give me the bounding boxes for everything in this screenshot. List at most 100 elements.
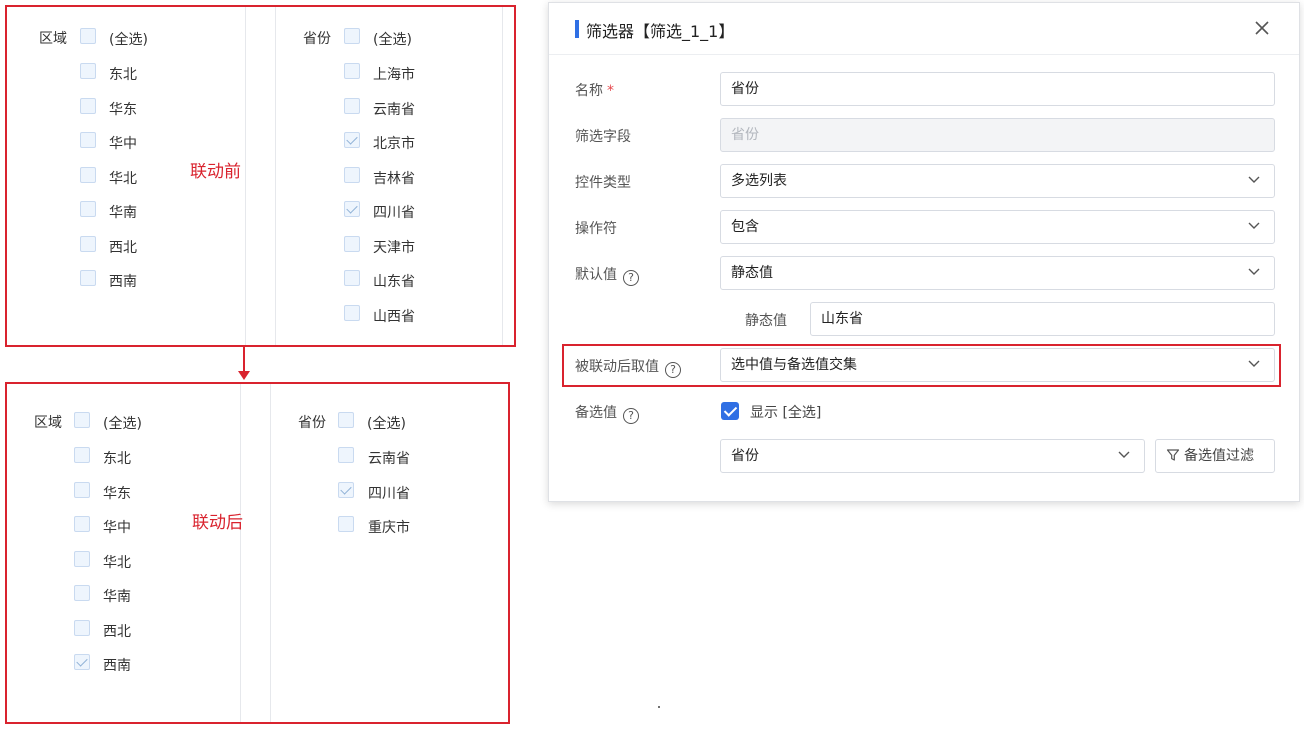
region-select-all-checkbox[interactable] — [80, 28, 96, 44]
option-checkbox[interactable] — [74, 516, 90, 532]
linkage-arrow — [243, 347, 245, 373]
filter-field-label: 筛选字段 — [575, 129, 631, 145]
operator-value: 包含 — [731, 219, 759, 235]
region-select-all-checkbox[interactable] — [74, 412, 90, 428]
province-select-all-checkbox[interactable] — [344, 28, 360, 44]
close-icon[interactable] — [1251, 17, 1273, 39]
candidate-source-select[interactable]: 省份 — [720, 439, 1145, 473]
option-checkbox[interactable] — [80, 63, 96, 79]
option-checkbox[interactable] — [344, 63, 360, 79]
static-value-input[interactable]: 山东省 — [810, 302, 1275, 336]
option-checkbox[interactable] — [344, 132, 360, 148]
after-linkage-panel: 区域 (全选) 东北 华东 华中 华北 华南 西北 西南 联动后 省份 (全选) 云南省 四川… — [5, 382, 510, 724]
divider — [240, 384, 241, 722]
name-input[interactable]: 省份 — [720, 72, 1275, 106]
option-checkbox[interactable] — [338, 447, 354, 463]
operator-label: 操作符 — [575, 221, 617, 237]
province-select-all-label: (全选) — [373, 32, 412, 48]
option-checkbox[interactable] — [80, 201, 96, 217]
option-label: 四川省 — [373, 205, 415, 221]
divider — [502, 7, 503, 345]
candidate-filter-button[interactable]: 备选值过滤 — [1155, 439, 1275, 473]
option-checkbox[interactable] — [344, 166, 360, 183]
option-label: 西北 — [103, 623, 131, 640]
option-label: 华北 — [103, 554, 131, 571]
option-label: 东北 — [103, 451, 131, 467]
province-filter-label: 省份 — [298, 415, 326, 431]
control-type-select[interactable]: 多选列表 — [720, 164, 1275, 198]
option-label: 云南省 — [368, 451, 410, 467]
option-checkbox[interactable] — [344, 304, 360, 321]
option-checkbox[interactable] — [80, 166, 96, 183]
operator-select[interactable]: 包含 — [720, 210, 1275, 244]
control-type-label: 控件类型 — [575, 175, 631, 191]
title-accent-bar — [575, 20, 579, 38]
chevron-down-icon — [1248, 222, 1260, 229]
province-filter-label: 省份 — [303, 31, 331, 47]
static-value-label: 静态值 — [745, 313, 787, 329]
option-label: 上海市 — [373, 67, 415, 83]
option-label: 华东 — [109, 101, 137, 118]
before-linkage-panel: 区域 (全选) 东北 华东 华中 华北 华南 西北 西南 联动前 省份 (全选) 上海市 云南… — [5, 5, 516, 347]
funnel-icon — [1166, 449, 1180, 461]
default-value-select[interactable]: 静态值 — [720, 256, 1275, 290]
divider — [245, 7, 246, 345]
show-select-all-checkbox[interactable] — [721, 402, 739, 420]
dialog-title: 筛选器【筛选_1_1】 — [586, 22, 735, 41]
option-checkbox[interactable] — [74, 585, 90, 601]
option-checkbox[interactable] — [74, 481, 90, 498]
option-checkbox[interactable] — [344, 201, 360, 217]
help-icon[interactable]: ? — [623, 270, 639, 286]
option-label: 华中 — [103, 520, 131, 536]
option-label: 华北 — [109, 170, 137, 187]
linked-value-highlight — [562, 344, 1281, 387]
option-label: 山东省 — [373, 274, 415, 290]
region-filter-label: 区域 — [34, 415, 62, 431]
option-checkbox[interactable] — [74, 619, 90, 636]
region-select-all-label: (全选) — [103, 416, 142, 432]
option-checkbox[interactable] — [344, 97, 360, 114]
option-checkbox[interactable] — [74, 550, 90, 567]
candidate-source-value: 省份 — [731, 448, 759, 464]
stray-dot — [658, 706, 660, 708]
option-label: 四川省 — [368, 485, 410, 502]
option-label: 天津市 — [373, 239, 415, 256]
option-checkbox[interactable] — [344, 235, 360, 252]
option-checkbox[interactable] — [80, 132, 96, 148]
candidate-filter-label: 备选值过滤 — [1184, 448, 1254, 464]
chevron-down-icon — [1118, 451, 1130, 458]
option-label: 华南 — [109, 205, 137, 221]
option-checkbox[interactable] — [338, 516, 354, 532]
divider — [275, 7, 276, 345]
linkage-arrow-head — [238, 371, 250, 380]
option-checkbox[interactable] — [80, 235, 96, 252]
option-label: 华东 — [103, 485, 131, 502]
default-value-value: 静态值 — [731, 265, 773, 281]
option-checkbox[interactable] — [344, 270, 360, 286]
filter-settings-dialog: 筛选器【筛选_1_1】 名称 * 省份 筛选字段 省份 控件类型 多选列表 操作符… — [548, 2, 1300, 502]
show-select-all-label: 显示 [全选] — [750, 405, 822, 421]
option-label: 华南 — [103, 589, 131, 605]
option-label: 东北 — [109, 67, 137, 83]
option-label: 吉林省 — [373, 170, 415, 187]
region-select-all-label: (全选) — [109, 32, 148, 48]
before-linkage-tag: 联动前 — [190, 162, 241, 182]
option-checkbox[interactable] — [74, 447, 90, 463]
after-linkage-tag: 联动后 — [192, 513, 243, 533]
option-label: 华中 — [109, 136, 137, 152]
filter-field-input: 省份 — [720, 118, 1275, 152]
default-value-label: 默认值? — [575, 264, 639, 286]
province-select-all-checkbox[interactable] — [338, 412, 354, 428]
help-icon[interactable]: ? — [623, 408, 639, 424]
option-checkbox[interactable] — [74, 654, 90, 670]
option-label: 北京市 — [373, 136, 415, 152]
option-checkbox[interactable] — [338, 481, 354, 498]
control-type-value: 多选列表 — [731, 173, 787, 189]
dialog-header: 筛选器【筛选_1_1】 — [549, 3, 1299, 55]
chevron-down-icon — [1248, 268, 1260, 275]
option-checkbox[interactable] — [80, 97, 96, 114]
option-checkbox[interactable] — [80, 270, 96, 286]
divider — [270, 384, 271, 722]
name-label: 名称 * — [575, 83, 614, 99]
candidate-value-label: 备选值? — [575, 402, 639, 424]
